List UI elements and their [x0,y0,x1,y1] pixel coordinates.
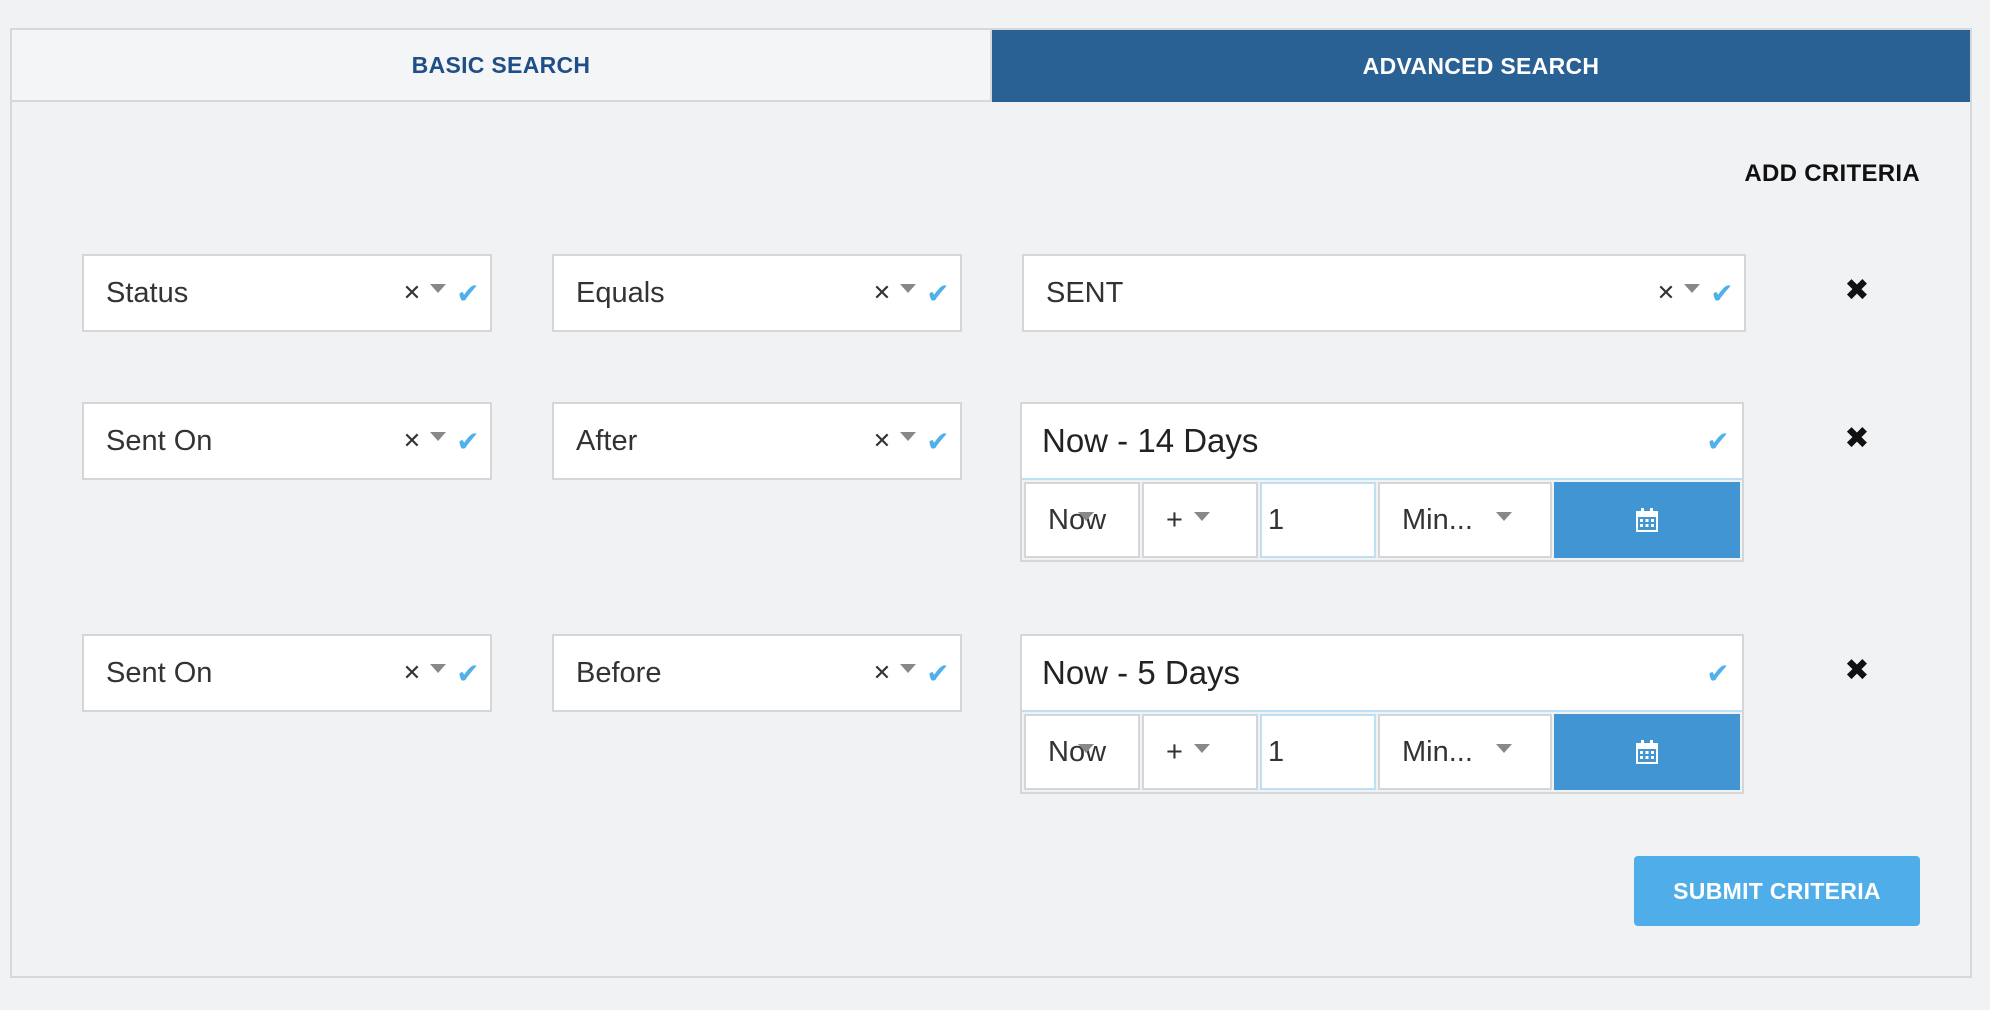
date-value-picker: Now - 5 Days ✔ Now + 1 Min... [1020,634,1744,794]
date-value-text: Now - 5 Days [1042,654,1241,691]
criteria-operator-select[interactable]: After ✕ ✔ [552,402,962,480]
date-sign-value: + [1166,735,1183,768]
calendar-icon [1636,740,1658,764]
calendar-icon [1636,508,1658,532]
submit-criteria-button[interactable]: SUBMIT CRITERIA [1634,856,1920,926]
clear-icon[interactable]: ✕ [872,660,892,686]
date-sign-value: + [1166,503,1183,536]
check-icon: ✔ [1710,277,1734,309]
check-icon: ✔ [456,425,480,457]
date-value-picker: Now - 14 Days ✔ Now + 1 Min... [1020,402,1744,562]
chevron-down-icon[interactable] [430,431,446,441]
date-amount-value: 1 [1268,503,1285,536]
chevron-down-icon[interactable] [430,663,446,673]
chevron-down-icon[interactable] [1194,744,1210,753]
date-base-value: Now [1048,503,1107,536]
date-unit-select[interactable]: Min... [1378,714,1552,790]
chevron-down-icon[interactable] [1684,283,1700,293]
criteria-operator-select[interactable]: Equals ✕ ✔ [552,254,962,332]
chevron-down-icon[interactable] [1078,512,1094,521]
add-criteria-button[interactable]: ADD CRITERIA [1744,160,1920,188]
criteria-value: SENT [1046,276,1124,309]
check-icon: ✔ [1706,657,1730,689]
criteria-field-select[interactable]: Sent On ✕ ✔ [82,634,492,712]
calendar-button[interactable] [1554,482,1740,558]
clear-icon[interactable]: ✕ [402,428,422,454]
date-value-display[interactable]: Now - 5 Days ✔ [1022,636,1742,712]
criteria-field-select[interactable]: Status ✕ ✔ [82,254,492,332]
date-value-display[interactable]: Now - 14 Days ✔ [1022,404,1742,480]
date-amount-input[interactable]: 1 [1260,714,1376,790]
date-value-text: Now - 14 Days [1042,422,1259,459]
check-icon: ✔ [926,425,950,457]
chevron-down-icon[interactable] [900,431,916,441]
chevron-down-icon[interactable] [900,663,916,673]
chevron-down-icon[interactable] [1194,512,1210,521]
check-icon: ✔ [456,277,480,309]
date-unit-select[interactable]: Min... [1378,482,1552,558]
date-sign-select[interactable]: + [1142,714,1258,790]
date-builder-row: Now + 1 Min... [1022,480,1742,560]
chevron-down-icon[interactable] [900,283,916,293]
check-icon: ✔ [456,657,480,689]
criteria-field-select[interactable]: Sent On ✕ ✔ [82,402,492,480]
calendar-button[interactable] [1554,714,1740,790]
check-icon: ✔ [926,277,950,309]
check-icon: ✔ [926,657,950,689]
chevron-down-icon[interactable] [1496,744,1512,753]
remove-criteria-icon[interactable]: ✖ [1842,273,1872,308]
chevron-down-icon[interactable] [1496,512,1512,521]
date-unit-value: Min... [1402,735,1473,768]
date-base-select[interactable]: Now [1024,714,1140,790]
remove-criteria-icon[interactable]: ✖ [1842,421,1872,456]
clear-icon[interactable]: ✕ [1656,280,1676,306]
criteria-operator-select[interactable]: Before ✕ ✔ [552,634,962,712]
check-icon: ✔ [1706,425,1730,457]
remove-criteria-icon[interactable]: ✖ [1842,653,1872,688]
clear-icon[interactable]: ✕ [872,428,892,454]
date-amount-value: 1 [1268,735,1285,768]
clear-icon[interactable]: ✕ [872,280,892,306]
clear-icon[interactable]: ✕ [402,280,422,306]
search-panel: BASIC SEARCH ADVANCED SEARCH ADD CRITERI… [10,28,1972,978]
date-base-value: Now [1048,735,1107,768]
chevron-down-icon[interactable] [1078,744,1094,753]
clear-icon[interactable]: ✕ [402,660,422,686]
date-sign-select[interactable]: + [1142,482,1258,558]
chevron-down-icon[interactable] [430,283,446,293]
criteria-value-select[interactable]: SENT ✕ ✔ [1022,254,1746,332]
date-base-select[interactable]: Now [1024,482,1140,558]
date-amount-input[interactable]: 1 [1260,482,1376,558]
date-unit-value: Min... [1402,503,1473,536]
tab-basic-search[interactable]: BASIC SEARCH [12,30,992,102]
tab-advanced-search[interactable]: ADVANCED SEARCH [992,30,1970,102]
search-tabs: BASIC SEARCH ADVANCED SEARCH [12,30,1970,102]
date-builder-row: Now + 1 Min... [1022,712,1742,792]
